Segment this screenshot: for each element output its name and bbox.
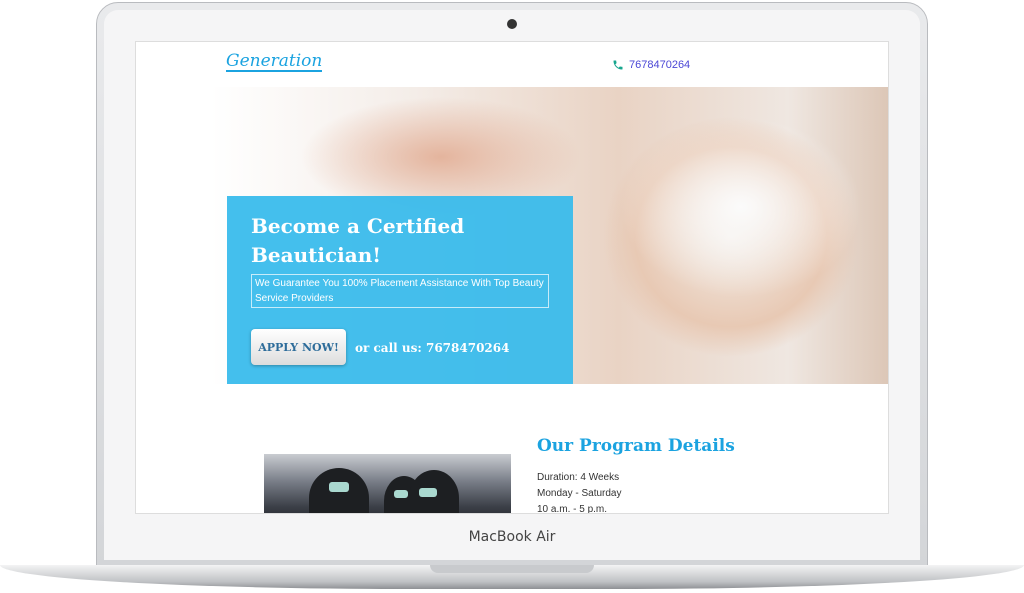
phone-icon bbox=[613, 60, 623, 70]
apply-now-button[interactable]: APPLY NOW! bbox=[251, 329, 346, 365]
hero-title: Become a Certified Beautician! bbox=[251, 214, 465, 267]
device-label: MacBook Air bbox=[468, 529, 556, 545]
program-hours: 10 a.m. - 5 p.m. bbox=[537, 504, 608, 514]
laptop-notch bbox=[430, 565, 594, 573]
program-duration: Duration: 4 Weeks bbox=[537, 472, 620, 483]
website-screen: Generation 7678470264 Become a Certified… bbox=[135, 41, 889, 514]
hero-card: Become a Certified Beautician! We Guaran… bbox=[227, 196, 573, 384]
call-us-text[interactable]: or call us: 7678470264 bbox=[355, 341, 509, 355]
header-phone-link[interactable]: 7678470264 bbox=[612, 59, 690, 71]
header-phone-number: 7678470264 bbox=[629, 59, 691, 71]
generation-logo[interactable]: Generation bbox=[226, 52, 323, 72]
hero-subtitle: We Guarantee You 100% Placement Assistan… bbox=[251, 274, 549, 308]
students-photo bbox=[264, 454, 511, 513]
camera-icon bbox=[507, 19, 517, 29]
program-title: Our Program Details bbox=[537, 436, 735, 456]
program-days: Monday - Saturday bbox=[537, 488, 622, 499]
